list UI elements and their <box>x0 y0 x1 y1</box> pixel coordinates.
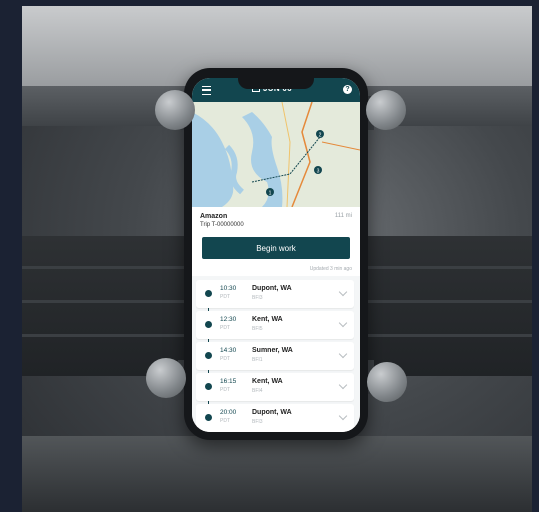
stop-time: 20:00 <box>220 409 237 416</box>
map-marker-label: 1 <box>269 191 272 197</box>
stop-marker <box>205 290 212 297</box>
stop-code: BFI3 <box>252 295 263 301</box>
stop-timezone: PDT <box>220 325 230 331</box>
stop-item[interactable]: 12:30 PDT Kent, WA BFI5 <box>196 311 354 339</box>
stop-item[interactable]: 10:30 PDT Dupont, WA BFI3 <box>196 280 354 308</box>
stop-item[interactable]: 16:15 PDT Kent, WA BFI4 <box>196 373 354 401</box>
stop-code: BFI4 <box>252 388 263 394</box>
stop-city: Sumner, WA <box>252 347 293 354</box>
stop-timezone: PDT <box>220 387 230 393</box>
stop-marker <box>205 414 212 421</box>
stop-city: Dupont, WA <box>252 409 292 416</box>
map-marker-label: 2 <box>319 133 322 139</box>
stop-time: 12:30 <box>220 316 237 323</box>
stop-marker <box>205 321 212 328</box>
stop-timezone: PDT <box>220 418 230 424</box>
chevron-down-icon[interactable] <box>338 380 348 390</box>
trip-id: Trip T-00000000 <box>200 222 244 228</box>
stop-time: 16:15 <box>220 378 237 385</box>
company-name: Amazon <box>200 213 228 220</box>
scene: JUN 06 ? 2 3 1 Amazon <box>0 0 539 512</box>
map-marker-label: 3 <box>317 169 320 175</box>
menu-icon[interactable] <box>202 86 211 95</box>
stop-code: BFI1 <box>252 357 263 363</box>
trip-card: Amazon Trip T-00000000 111 mi Begin work <box>192 207 360 259</box>
stop-timezone: PDT <box>220 356 230 362</box>
begin-work-button[interactable]: Begin work <box>202 237 350 259</box>
dashboard-bottom <box>22 436 532 512</box>
stop-time: 10:30 <box>220 285 237 292</box>
stop-list: 10:30 PDT Dupont, WA BFI3 12:30 PDT Kent… <box>192 276 360 432</box>
mount-knob <box>155 90 195 130</box>
stop-city: Dupont, WA <box>252 285 292 292</box>
app-screen: JUN 06 ? 2 3 1 Amazon <box>192 78 360 432</box>
route-map[interactable]: 2 3 1 <box>192 102 360 207</box>
trip-distance: 111 mi <box>334 213 352 219</box>
mount-knob <box>367 362 407 402</box>
stop-city: Kent, WA <box>252 316 283 323</box>
chevron-down-icon[interactable] <box>338 349 348 359</box>
phone-notch <box>238 75 314 89</box>
stop-code: BFI3 <box>252 419 263 425</box>
help-icon[interactable]: ? <box>343 85 352 94</box>
mount-knob <box>366 90 406 130</box>
map-graphic: 2 3 1 <box>192 102 360 207</box>
stop-code: BFI5 <box>252 326 263 332</box>
stop-marker <box>205 383 212 390</box>
stop-city: Kent, WA <box>252 378 283 385</box>
stop-item[interactable]: 14:30 PDT Sumner, WA BFI1 <box>196 342 354 370</box>
stop-item[interactable]: 20:00 PDT Dupont, WA BFI3 <box>196 404 354 432</box>
chevron-down-icon[interactable] <box>338 318 348 328</box>
updated-status: Updated 3 min ago <box>309 266 352 272</box>
mount-knob <box>146 358 186 398</box>
stop-time: 14:30 <box>220 347 237 354</box>
chevron-down-icon[interactable] <box>338 411 348 421</box>
stop-marker <box>205 352 212 359</box>
stop-timezone: PDT <box>220 294 230 300</box>
chevron-down-icon[interactable] <box>338 287 348 297</box>
